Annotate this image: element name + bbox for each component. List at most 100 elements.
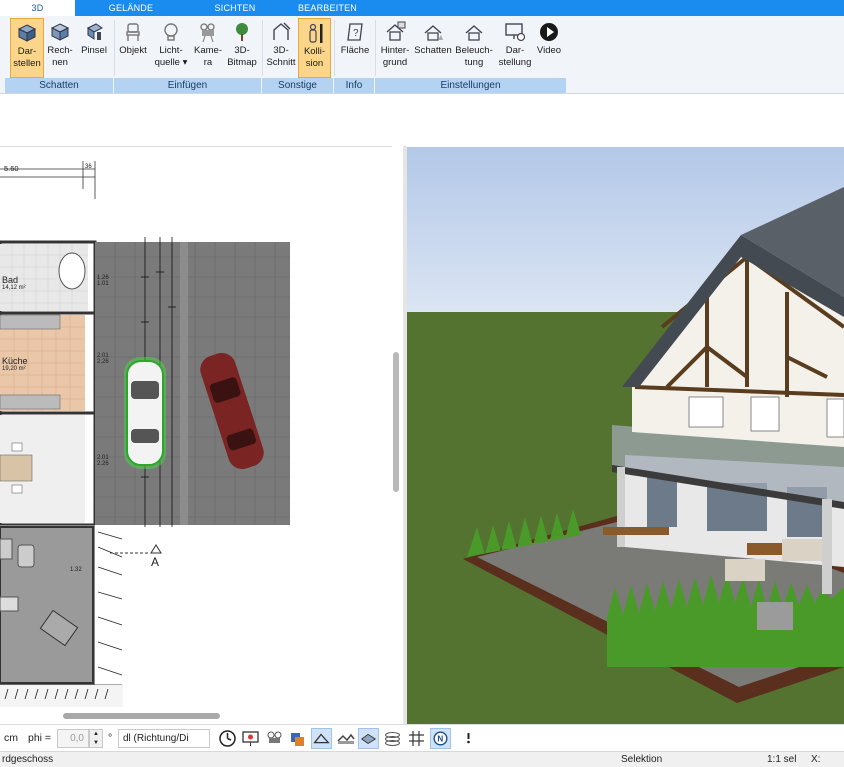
beleuchtung-label: Beleuch- tung <box>455 45 493 68</box>
3d-scene <box>407 147 844 724</box>
kollision-button[interactable]: Kolli- sion <box>298 18 331 78</box>
rechnen-button[interactable]: Rech- nen <box>45 18 75 78</box>
tab-3d[interactable]: 3D <box>0 0 75 16</box>
floor-plan-view[interactable]: 5.60 36 Bad 14,12 m² Küche 19,20 m² 1.26… <box>0 146 392 718</box>
unit-label: cm <box>4 732 18 744</box>
floor-plan-drawing <box>0 161 290 707</box>
status-scale: 1:1 sel <box>767 754 797 765</box>
direction-select[interactable]: dl (Richtung/Di <box>118 729 210 748</box>
ribbon-separator <box>262 20 263 76</box>
house-shadow-icon <box>424 25 443 41</box>
3d-schnitt-button[interactable]: 3D- Schnitt <box>264 18 298 78</box>
video-label: Video <box>536 45 562 56</box>
person-collision-icon <box>308 23 322 43</box>
house-background-icon <box>386 21 406 41</box>
phi-input[interactable]: 0,0 <box>57 729 89 748</box>
section-marker-a: A <box>151 555 160 569</box>
phi-spinner[interactable]: ▲ ▼ <box>89 729 103 748</box>
dim-label: 1.01 <box>97 281 109 287</box>
brush-icon <box>87 23 103 40</box>
plane-view-icon[interactable] <box>358 728 379 749</box>
ribbon-separator <box>375 20 376 76</box>
pinsel-label: Pinsel <box>81 45 107 56</box>
status-bar: rdgeschoss Selektion 1:1 sel X: <box>0 751 844 767</box>
house-lighting-icon <box>465 25 483 41</box>
3d-view[interactable] <box>407 147 844 724</box>
degree-label: ° <box>108 732 113 744</box>
ribbon-tab-bar: 3D GELÄNDE SICHTEN BEARBEITEN <box>0 0 844 16</box>
surface-info-icon: ? <box>347 23 363 41</box>
north-icon[interactable]: N <box>430 728 451 749</box>
clock-icon[interactable] <box>217 728 238 749</box>
lichtquelle-button[interactable]: Licht- quelle ▾ <box>152 18 190 78</box>
3d-bitmap-button[interactable]: 3D- Bitmap <box>225 18 259 78</box>
3d-bitmap-label: 3D- Bitmap <box>227 45 257 68</box>
ribbon-separator <box>114 20 115 76</box>
floors-icon[interactable] <box>382 728 403 749</box>
schatten-label: Schatten <box>414 45 452 56</box>
monitor-settings-icon <box>505 23 526 42</box>
dimension-top-label: 5.60 <box>4 164 19 173</box>
room-area-bad: 14,12 m² <box>2 285 26 291</box>
roof-view-icon[interactable] <box>311 728 332 749</box>
dimension-small-label: 36 <box>85 164 92 170</box>
tab-bearbeiten[interactable]: BEARBEITEN <box>290 0 365 16</box>
pinsel-button[interactable]: Pinsel <box>78 18 110 78</box>
room-area-kueche: 19,20 m² <box>2 366 26 372</box>
hintergrund-label: Hinter- grund <box>380 45 410 68</box>
cube-render-icon <box>17 24 37 42</box>
hintergrund-button[interactable]: Hinter- grund <box>377 18 413 78</box>
chair-icon <box>126 23 140 41</box>
darstellen-button[interactable]: Dar- stellen <box>10 18 44 78</box>
camera-icon <box>200 23 215 43</box>
ribbon-separator <box>334 20 335 76</box>
flaeche-button[interactable]: ? Fläche <box>337 18 373 78</box>
group-schatten: Schatten <box>5 78 114 93</box>
rechnen-label: Rech- nen <box>47 45 73 68</box>
dim-label: 1.32 <box>70 567 82 573</box>
more-options-icon[interactable] <box>458 728 479 749</box>
layers-color-icon[interactable] <box>287 728 308 749</box>
status-floor: rdgeschoss <box>2 754 54 765</box>
video-button[interactable]: Video <box>535 18 563 78</box>
darstellung-label: Dar- stellung <box>498 45 532 68</box>
plan-vertical-scrollbar[interactable] <box>393 352 399 492</box>
status-mode: Selektion <box>621 754 663 765</box>
lichtquelle-label: Licht- quelle ▾ <box>154 45 188 68</box>
workspace: 5.60 36 Bad 14,12 m² Küche 19,20 m² 1.26… <box>0 94 844 724</box>
tab-gelaende[interactable]: GELÄNDE <box>96 0 166 16</box>
car-selected <box>124 357 166 469</box>
group-sonstige: Sonstige <box>262 78 334 93</box>
bottom-toolbar: cm phi = 0,0 ▲ ▼ ° dl (Richtung/Di N <box>0 724 844 751</box>
status-coordinate: X: <box>811 754 821 765</box>
grid-icon[interactable] <box>406 728 427 749</box>
application-window: 3D GELÄNDE SICHTEN BEARBEITEN Dar- stell… <box>0 0 844 767</box>
dim-label: 2.26 <box>97 461 109 467</box>
group-einfuegen: Einfügen <box>114 78 262 93</box>
tab-sichten[interactable]: SICHTEN <box>200 0 270 16</box>
beleuchtung-button[interactable]: Beleuch- tung <box>454 18 494 78</box>
group-einstellungen: Einstellungen <box>375 78 567 93</box>
darstellen-label: Dar- stellen <box>13 46 41 69</box>
svg-text:?: ? <box>353 28 359 39</box>
kamera-button[interactable]: Kame- ra <box>192 18 224 78</box>
svg-text:N: N <box>437 735 443 744</box>
plan-horizontal-scrollbar[interactable] <box>63 713 220 719</box>
camera-path-icon[interactable] <box>264 728 285 749</box>
room-name-kueche: Küche <box>2 356 28 366</box>
section-cut-icon <box>273 22 291 40</box>
room-name-bad: Bad <box>2 275 19 285</box>
schatten-button[interactable]: Schatten <box>413 18 453 78</box>
objekt-label: Objekt <box>119 45 147 56</box>
objekt-button[interactable]: Objekt <box>116 18 150 78</box>
monitor-view-icon[interactable] <box>240 728 261 749</box>
3d-schnitt-label: 3D- Schnitt <box>266 45 296 68</box>
group-info: Info <box>334 78 375 93</box>
lightbulb-icon <box>164 23 178 41</box>
cube-calc-icon <box>50 23 70 41</box>
flaeche-label: Fläche <box>340 45 370 56</box>
darstellung-button[interactable]: Dar- stellung <box>495 18 535 78</box>
terrain-icon[interactable] <box>335 728 356 749</box>
tree-icon <box>236 23 248 41</box>
ribbon-toolbar: Dar- stellen Rech- nen Pinsel Objekt Lic… <box>0 16 844 94</box>
